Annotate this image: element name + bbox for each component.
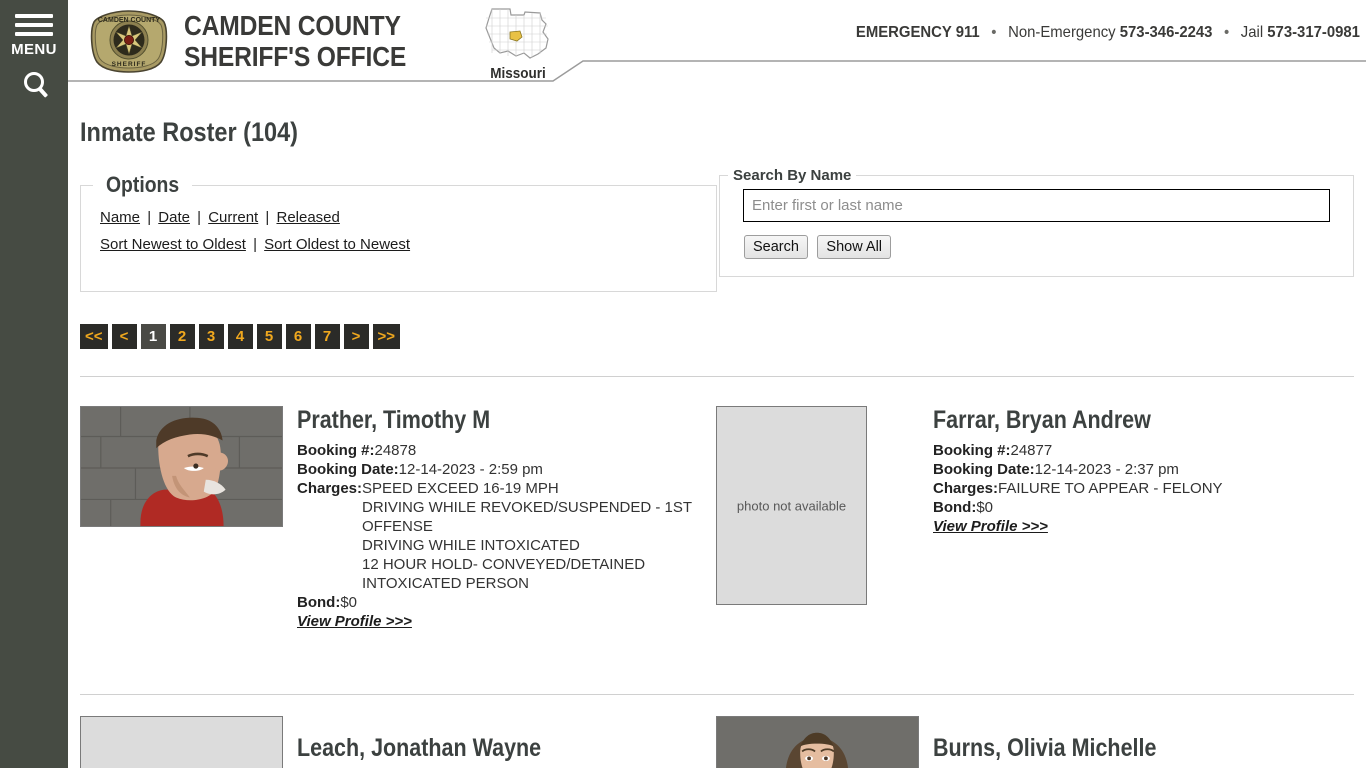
options-panel: Options Name | Date | Current | Released… <box>80 172 717 292</box>
inmate-bond: Bond:$0 <box>933 498 1353 517</box>
view-profile-link[interactable]: View Profile >>> <box>933 518 1048 535</box>
search-panel: Search By Name Search Show All <box>719 167 1354 277</box>
options-legend: Options <box>105 172 180 197</box>
svg-text:CAMDEN COUNTY: CAMDEN COUNTY <box>98 17 161 24</box>
inmate-name: Prather, Timothy M <box>297 406 491 434</box>
main-content: Inmate Roster (104) Options Name | Date … <box>68 82 1366 768</box>
options-sep: | <box>265 209 270 226</box>
option-link-date[interactable]: Date <box>158 209 190 226</box>
options-sep: | <box>197 209 202 226</box>
roster-row: Leach, Jonathan Wayne Booking #:24875 <box>68 716 1366 768</box>
inmate-booking-date: Booking Date:12-14-2023 - 2:59 pm <box>297 460 712 479</box>
menu-button[interactable]: MENU <box>0 10 68 58</box>
charge-item: DRIVING WHILE REVOKED/SUSPENDED - 1ST OF… <box>362 499 692 535</box>
view-profile-link[interactable]: View Profile >>> <box>297 613 412 630</box>
header-contact-info: EMERGENCY 911 • Non-Emergency 573-346-22… <box>856 24 1360 42</box>
charges-label: Charges: <box>933 480 999 497</box>
search-button[interactable]: Search <box>744 235 808 259</box>
pagination-page-1[interactable]: 1 <box>140 324 166 349</box>
search-icon <box>24 72 44 92</box>
options-row-sortorder: Sort Newest to Oldest | Sort Oldest to N… <box>100 231 716 258</box>
roster-row: Prather, Timothy M Booking #:24878 Booki… <box>68 406 1366 682</box>
inmate-charges: Charges:SPEED EXCEED 16-19 MPH DRIVING W… <box>297 479 712 593</box>
site-title-line1: CAMDEN COUNTY <box>184 10 401 41</box>
option-link-current[interactable]: Current <box>208 209 258 226</box>
search-input[interactable] <box>743 189 1330 222</box>
menu-label: MENU <box>11 41 57 58</box>
inmate-photo[interactable] <box>716 716 919 768</box>
sidebar: MENU <box>0 0 68 768</box>
pagination-first[interactable]: << <box>80 324 108 349</box>
options-row-sortfields: Name | Date | Current | Released <box>100 204 716 231</box>
pagination: << < 1 2 3 4 5 6 7 > >> <box>80 324 401 349</box>
options-sep: | <box>147 209 152 226</box>
pagination-page-6[interactable]: 6 <box>285 324 311 349</box>
options-sep: | <box>253 236 257 253</box>
pagination-last[interactable]: >> <box>372 324 401 349</box>
show-all-button[interactable]: Show All <box>817 235 892 259</box>
pagination-page-2[interactable]: 2 <box>169 324 195 349</box>
header-divider <box>68 60 1366 82</box>
missouri-map-icon <box>485 8 549 59</box>
booking-date-value: 12-14-2023 - 2:37 pm <box>1034 461 1179 478</box>
booking-number-value: 24878 <box>374 442 417 459</box>
charge-item: DRIVING WHILE INTOXICATED <box>362 537 580 554</box>
inmate-charges: Charges:FAILURE TO APPEAR - FELONY <box>933 479 1353 498</box>
jail-number[interactable]: 573-317-0981 <box>1267 24 1360 41</box>
charge-item: SPEED EXCEED 16-19 MPH <box>362 480 559 497</box>
inmate-info: Burns, Olivia Michelle Booking #:24874 <box>933 734 1353 768</box>
option-link-sort-oldest-newest[interactable]: Sort Oldest to Newest <box>264 236 410 253</box>
contact-separator-2: • <box>1224 24 1230 41</box>
sidebar-search-button[interactable] <box>0 72 68 97</box>
inmate-info: Prather, Timothy M Booking #:24878 Booki… <box>297 406 712 631</box>
inmate-bond: Bond:$0 <box>297 593 712 612</box>
booking-date-label: Booking Date: <box>297 461 399 478</box>
mugshot-image <box>717 717 918 768</box>
pagination-page-5[interactable]: 5 <box>256 324 282 349</box>
inmate-photo-placeholder <box>80 716 283 768</box>
charge-item: 12 HOUR HOLD- CONVEYED/DETAINED INTOXICA… <box>362 556 646 592</box>
inmate-info: Farrar, Bryan Andrew Booking #:24877 Boo… <box>933 406 1353 536</box>
jail-label: Jail <box>1240 24 1264 41</box>
roster-divider <box>80 694 1354 695</box>
roster-divider <box>80 376 1354 377</box>
option-link-released[interactable]: Released <box>276 209 339 226</box>
booking-date-value: 12-14-2023 - 2:59 pm <box>398 461 543 478</box>
bond-value: $0 <box>340 594 358 611</box>
pagination-page-4[interactable]: 4 <box>227 324 253 349</box>
booking-number-label: Booking #: <box>933 442 1011 459</box>
option-link-name[interactable]: Name <box>100 209 140 226</box>
mugshot-image <box>81 407 282 526</box>
bond-value: $0 <box>976 499 994 516</box>
page-title: Inmate Roster (104) <box>80 117 299 147</box>
search-legend: Search By Name <box>733 167 852 184</box>
bond-label: Bond: <box>297 594 341 611</box>
charges-label: Charges: <box>297 480 363 497</box>
emergency-number: EMERGENCY 911 <box>855 24 980 41</box>
pagination-prev[interactable]: < <box>111 324 137 349</box>
charge-item: FAILURE TO APPEAR - FELONY <box>998 480 1223 497</box>
inmate-booking-number: Booking #:24878 <box>297 441 712 460</box>
booking-number-label: Booking #: <box>297 442 375 459</box>
non-emergency-label: Non-Emergency <box>1008 24 1116 41</box>
inmate-photo[interactable] <box>80 406 283 527</box>
booking-date-label: Booking Date: <box>933 461 1035 478</box>
hamburger-icon <box>15 10 53 36</box>
inmate-booking-number: Booking #:24877 <box>933 441 1353 460</box>
contact-separator-1: • <box>991 24 997 41</box>
non-emergency-number[interactable]: 573-346-2243 <box>1120 24 1213 41</box>
inmate-name: Burns, Olivia Michelle <box>933 734 1157 762</box>
inmate-booking-date: Booking Date:12-14-2023 - 2:37 pm <box>933 460 1353 479</box>
option-link-sort-newest-oldest[interactable]: Sort Newest to Oldest <box>100 236 246 253</box>
pagination-page-3[interactable]: 3 <box>198 324 224 349</box>
pagination-page-7[interactable]: 7 <box>314 324 340 349</box>
no-photo-text: photo not available <box>736 498 847 513</box>
pagination-next[interactable]: > <box>343 324 369 349</box>
booking-number-value: 24877 <box>1010 442 1053 459</box>
inmate-info: Leach, Jonathan Wayne Booking #:24875 <box>297 734 712 768</box>
inmate-name: Leach, Jonathan Wayne <box>297 734 542 762</box>
inmate-name: Farrar, Bryan Andrew <box>933 406 1151 434</box>
bond-label: Bond: <box>933 499 977 516</box>
inmate-photo-placeholder: photo not available <box>716 406 867 605</box>
